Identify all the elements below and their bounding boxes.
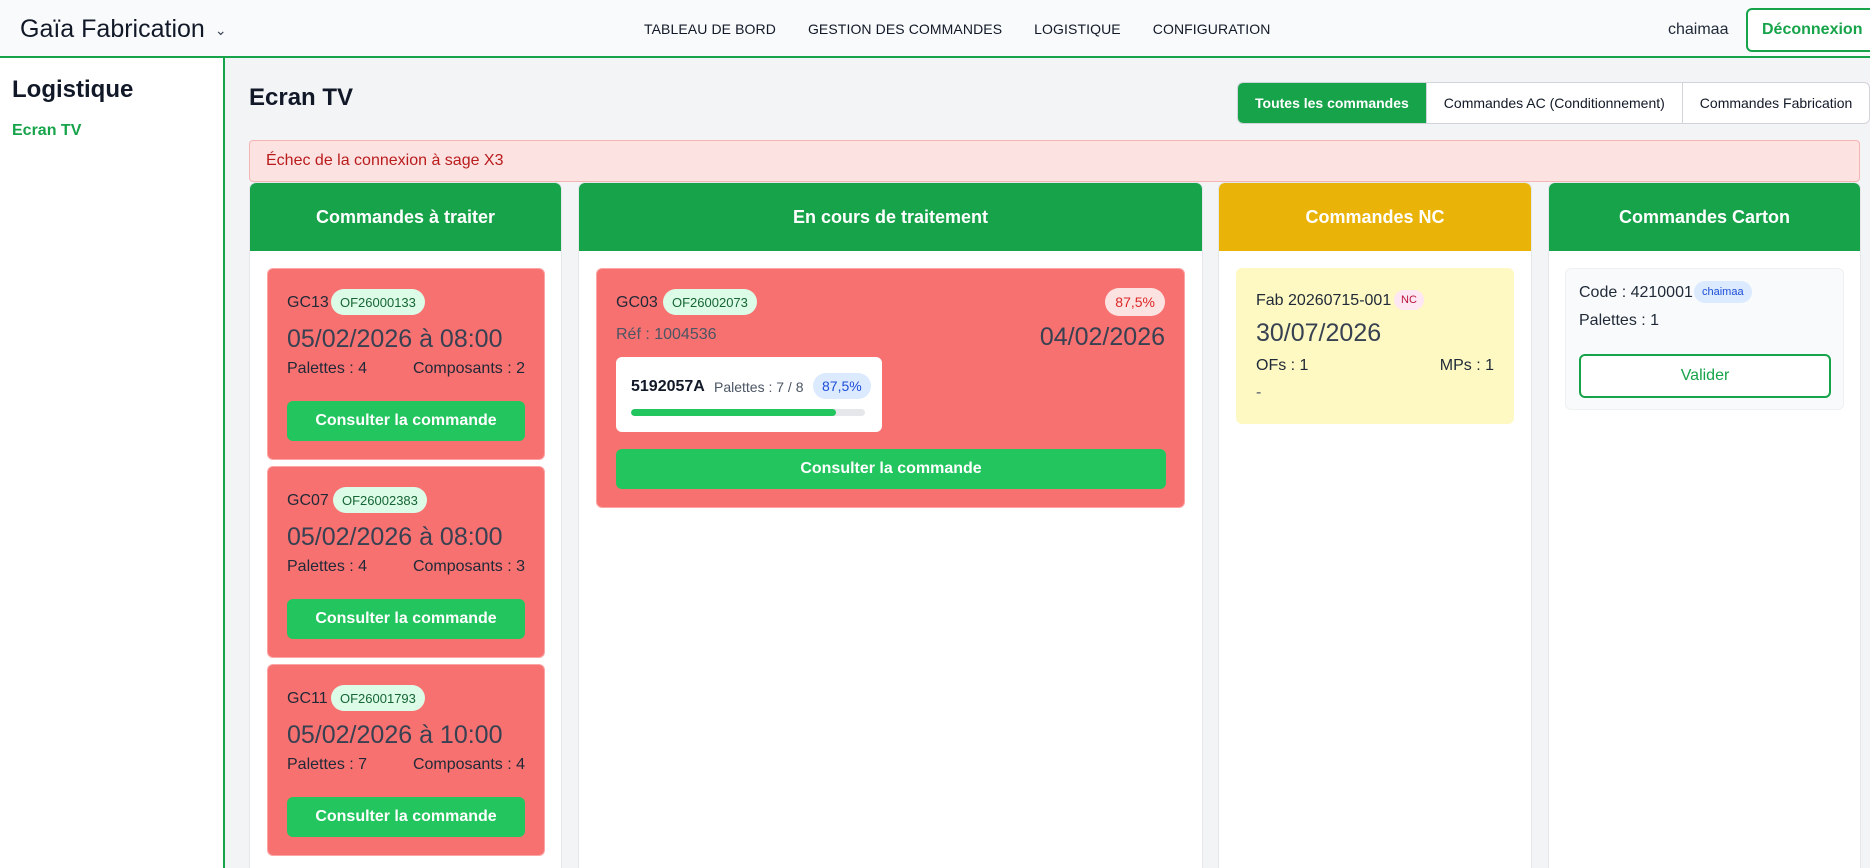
- column-header: Commandes à traiter: [250, 183, 561, 251]
- sidebar: Logistique Ecran TV: [0, 58, 225, 868]
- nav-tableau-de-bord[interactable]: TABLEAU DE BORD: [644, 21, 776, 37]
- consult-order-button[interactable]: Consulter la commande: [287, 599, 525, 639]
- filter-tabs: Toutes les commandes Commandes AC (Condi…: [1237, 82, 1870, 124]
- tab-commandes-ac[interactable]: Commandes AC (Conditionnement): [1425, 83, 1682, 123]
- nc-note: -: [1256, 384, 1262, 401]
- component-percent-badge: 87,5%: [813, 373, 871, 399]
- validate-button[interactable]: Valider: [1579, 354, 1831, 398]
- order-code: GC07: [287, 492, 329, 509]
- progress-bar: [631, 409, 865, 416]
- nc-card: Fab 20260715-001 NC 30/07/2026 OFs : 1 M…: [1236, 268, 1514, 424]
- order-reference: Réf : 1004536: [616, 326, 717, 343]
- main-nav: TABLEAU DE BORD GESTION DES COMMANDES LO…: [644, 21, 1270, 37]
- composants-count: Composants : 4: [412, 756, 525, 773]
- order-card: GC03 OF26002073 87,5% Réf : 1004536 04/0…: [596, 268, 1185, 508]
- column-carton: Commandes Carton Code : 4210001 chaimaa …: [1549, 183, 1860, 868]
- consult-order-button[interactable]: Consulter la commande: [287, 401, 525, 441]
- component-code: 5192057A: [631, 378, 705, 395]
- of-badge: OF26000133: [331, 289, 425, 315]
- of-badge: OF26002383: [333, 487, 427, 513]
- ofs-count: OFs : 1: [1256, 357, 1309, 374]
- user-badge: chaimaa: [1694, 281, 1752, 303]
- column-nc: Commandes NC Fab 20260715-001 NC 30/07/2…: [1219, 183, 1531, 868]
- nav-configuration[interactable]: CONFIGURATION: [1153, 21, 1271, 37]
- palettes-count: Palettes : 4: [287, 360, 368, 377]
- component-card: 5192057A Palettes : 7 / 8 87,5%: [616, 357, 882, 432]
- nc-date: 30/07/2026: [1256, 319, 1382, 347]
- logout-button[interactable]: Déconnexion: [1746, 8, 1870, 52]
- top-navbar: Gaïa Fabrication ⌄ TABLEAU DE BORD GESTI…: [0, 0, 1870, 58]
- order-date: 05/02/2026 à 08:00: [287, 523, 503, 551]
- consult-order-button[interactable]: Consulter la commande: [287, 797, 525, 837]
- column-header: Commandes Carton: [1549, 183, 1860, 251]
- nav-gestion-des-commandes[interactable]: GESTION DES COMMANDES: [808, 21, 1002, 37]
- sidebar-item-ecran-tv[interactable]: Ecran TV: [12, 122, 81, 140]
- carton-card: Code : 4210001 chaimaa Palettes : 1 Vali…: [1565, 268, 1844, 410]
- error-alert: Échec de la connexion à sage X3: [249, 140, 1860, 182]
- column-en-cours: En cours de traitement GC03 OF26002073 8…: [579, 183, 1202, 868]
- progress-percent-badge: 87,5%: [1105, 288, 1165, 316]
- sidebar-title: Logistique: [12, 76, 134, 103]
- of-badge: OF26001793: [331, 685, 425, 711]
- tab-commandes-fabrication[interactable]: Commandes Fabrication: [1681, 83, 1870, 123]
- palettes-count: Palettes : 7: [287, 756, 368, 773]
- consult-order-button[interactable]: Consulter la commande: [616, 449, 1166, 489]
- nc-label: Fab 20260715-001: [1256, 292, 1392, 309]
- order-date: 05/02/2026 à 10:00: [287, 721, 503, 749]
- palettes-count: Palettes : 4: [287, 558, 368, 575]
- nav-logistique[interactable]: LOGISTIQUE: [1034, 21, 1121, 37]
- order-card: GC07 OF26002383 05/02/2026 à 08:00 Palet…: [267, 466, 545, 658]
- column-a-traiter: Commandes à traiter GC13 OF26000133 05/0…: [250, 183, 561, 868]
- chevron-down-icon: ⌄: [214, 22, 227, 38]
- composants-count: Composants : 3: [412, 558, 525, 575]
- order-date: 05/02/2026 à 08:00: [287, 325, 503, 353]
- order-code: GC13: [287, 294, 329, 311]
- carton-code: Code : 4210001: [1579, 284, 1693, 301]
- progress-bar-fill: [631, 409, 836, 416]
- page-title: Ecran TV: [249, 84, 354, 111]
- composants-count: Composants : 2: [412, 360, 525, 377]
- order-card: GC11 OF26001793 05/02/2026 à 10:00 Palet…: [267, 664, 545, 856]
- brand-dropdown[interactable]: Gaïa Fabrication ⌄: [20, 15, 227, 44]
- brand-name: Gaïa Fabrication: [20, 15, 205, 43]
- of-badge: OF26002073: [663, 289, 757, 315]
- palettes-count: Palettes : 1: [1579, 312, 1660, 329]
- order-code: GC11: [287, 690, 328, 707]
- order-date: 04/02/2026: [1039, 323, 1165, 351]
- order-code: GC03: [616, 294, 658, 311]
- component-palettes: Palettes : 7 / 8: [714, 379, 804, 395]
- nc-badge: NC: [1394, 290, 1424, 310]
- mps-count: MPs : 1: [1439, 357, 1494, 374]
- tab-toutes-les-commandes[interactable]: Toutes les commandes: [1238, 83, 1426, 123]
- column-header: Commandes NC: [1219, 183, 1531, 251]
- column-header: En cours de traitement: [579, 183, 1202, 251]
- order-card: GC13 OF26000133 05/02/2026 à 08:00 Palet…: [267, 268, 545, 460]
- current-user: chaimaa: [1668, 21, 1729, 38]
